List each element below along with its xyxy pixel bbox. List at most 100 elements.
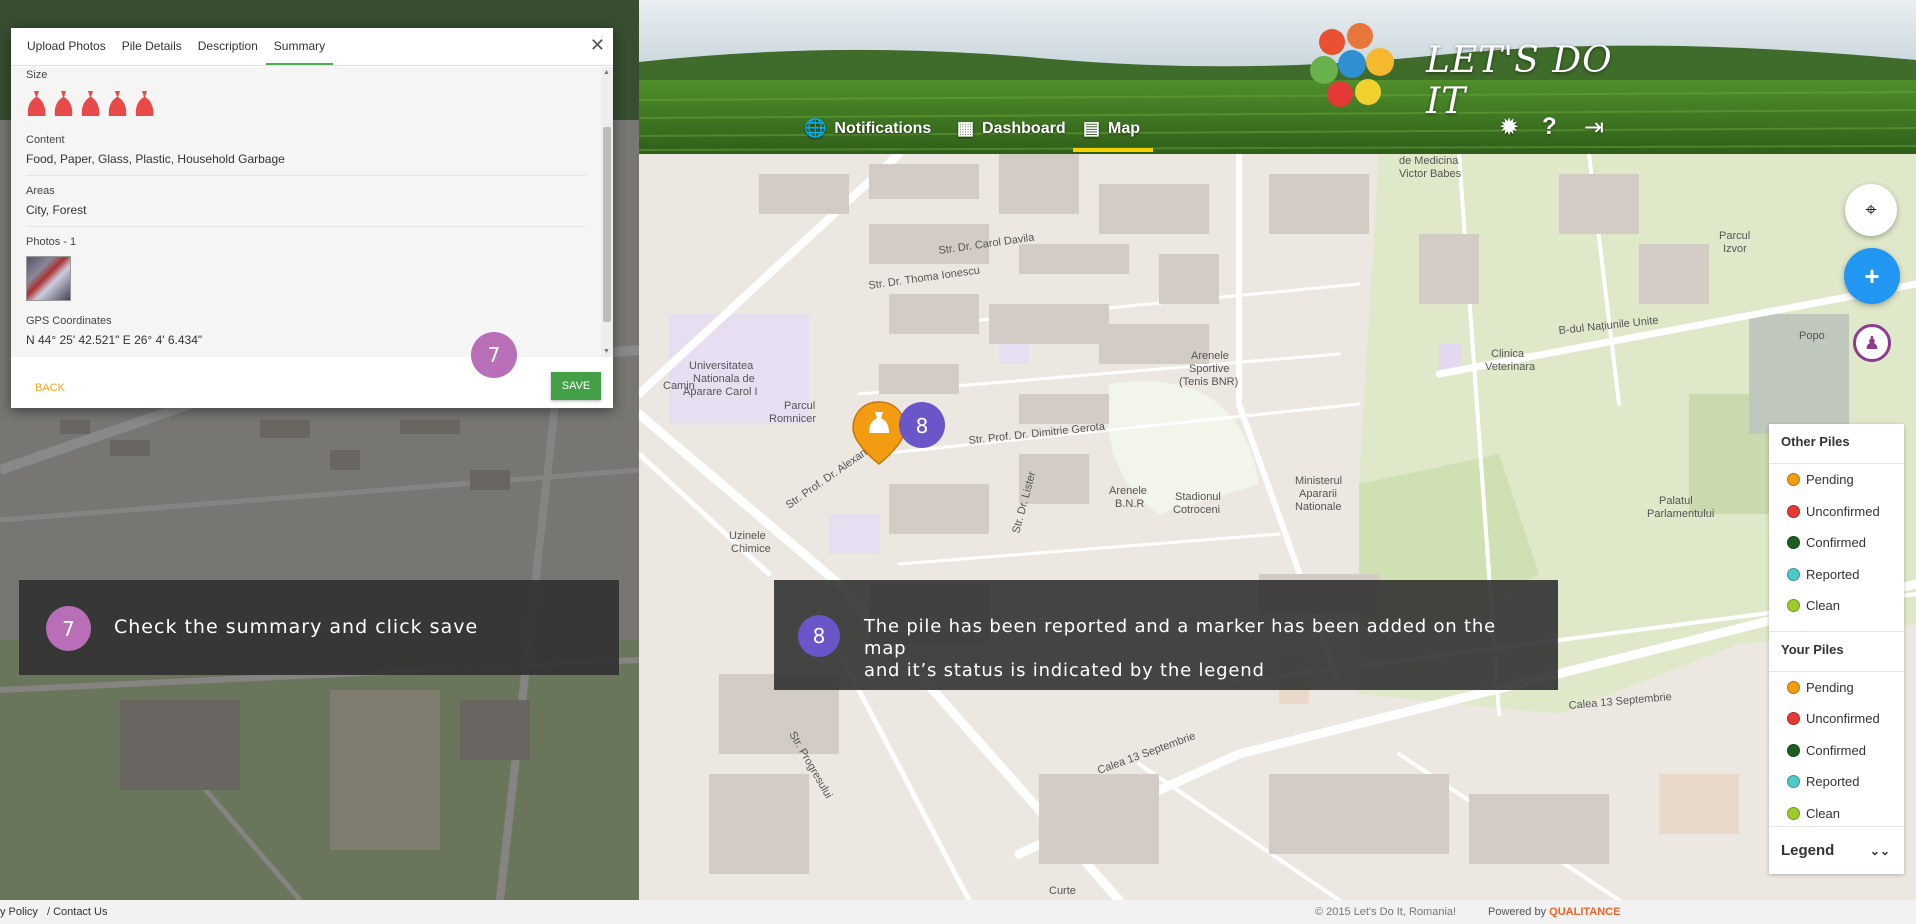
step-8-text-line-1: The pile has been reported and a marker … bbox=[864, 616, 1496, 659]
nav-notifications[interactable]: 🌐 Notifications bbox=[804, 118, 931, 139]
scrollbar-thumb[interactable] bbox=[603, 127, 611, 322]
tab-summary[interactable]: Summary bbox=[265, 39, 334, 65]
map-label-university-2: Nationala de bbox=[693, 373, 755, 385]
trash-bag-icon bbox=[135, 91, 154, 116]
confirmed-dot-icon bbox=[1787, 536, 1800, 550]
step-7-text: Check the summary and click save bbox=[114, 616, 479, 638]
legend-label: Confirmed bbox=[1806, 535, 1866, 551]
step-8-text-line-2: and it’s status is indicated by the lege… bbox=[864, 660, 1265, 681]
legend-label: Confirmed bbox=[1806, 742, 1866, 758]
legend-toggle[interactable]: Legend ⌄⌄ bbox=[1769, 826, 1904, 874]
trash-bag-icon bbox=[108, 91, 127, 116]
dashboard-icon: ▦ bbox=[957, 118, 975, 138]
powered-prefix: Powered by bbox=[1488, 906, 1547, 918]
back-button[interactable]: BACK bbox=[35, 382, 65, 394]
logout-icon[interactable]: ⇥ bbox=[1584, 113, 1604, 142]
map-label-victor-babes: Victor Babes bbox=[1399, 168, 1462, 180]
legend-toggle-label: Legend bbox=[1781, 842, 1835, 859]
privacy-policy-link[interactable]: y Policy bbox=[0, 906, 38, 918]
map-label-parcul-romnicer: Parcul bbox=[784, 400, 815, 412]
powered-by: Powered by QUALITANCE bbox=[1488, 906, 1620, 918]
close-icon[interactable]: ✕ bbox=[590, 36, 605, 54]
qualitance-link[interactable]: QUALITANCE bbox=[1549, 906, 1620, 918]
add-pile-button[interactable]: + bbox=[1844, 248, 1900, 304]
right-screen: LET'S DO IT 🌐 Notifications ▦ Dashboard … bbox=[639, 0, 1916, 924]
map-label-curte: Curte bbox=[1049, 885, 1076, 897]
unconfirmed-dot-icon bbox=[1787, 712, 1800, 726]
tab-pile-details[interactable]: Pile Details bbox=[114, 39, 190, 65]
legend-divider bbox=[1769, 622, 1904, 632]
left-footer: y Policy / Contact Us bbox=[0, 900, 639, 924]
scroll-up-icon[interactable]: ▲ bbox=[603, 69, 610, 76]
scroll-down-icon[interactable]: ▼ bbox=[603, 348, 610, 355]
nav-map[interactable]: ▤ Map bbox=[1083, 118, 1140, 139]
map-label-arenele-bnr: Arenele bbox=[1109, 485, 1147, 497]
crosshair-icon: ⌖ bbox=[1865, 198, 1877, 221]
save-button[interactable]: SAVE bbox=[551, 372, 601, 400]
map-label-university: Universitatea bbox=[689, 360, 754, 372]
dialog-scrollbar[interactable]: ▲ ▼ bbox=[601, 67, 613, 357]
legend-item-clean: Clean bbox=[1769, 798, 1904, 830]
lets-do-it-logo[interactable]: LET'S DO IT bbox=[1304, 22, 1614, 122]
map-label-apararii: Apararii bbox=[1299, 488, 1337, 500]
photos-label: Photos - 1 bbox=[26, 236, 77, 248]
photo-thumbnail[interactable] bbox=[26, 256, 71, 301]
nav-dashboard[interactable]: ▦ Dashboard bbox=[957, 118, 1066, 139]
tab-upload-photos[interactable]: Upload Photos bbox=[19, 39, 114, 65]
summary-dialog: Upload Photos Pile Details Description S… bbox=[11, 28, 613, 408]
clean-dot-icon bbox=[1787, 599, 1800, 613]
unconfirmed-dot-icon bbox=[1787, 504, 1800, 518]
legend-item-pending: Pending bbox=[1769, 672, 1904, 704]
globe-icon: 🌐 bbox=[804, 118, 827, 138]
pending-dot-icon bbox=[1787, 473, 1800, 487]
legend-label: Clean bbox=[1806, 598, 1840, 614]
legend-item-clean: Clean bbox=[1769, 590, 1904, 622]
legend-item-reported: Reported bbox=[1769, 559, 1904, 591]
map-label-popo: Popo bbox=[1799, 330, 1825, 342]
map-label-palatul: Palatul bbox=[1659, 495, 1693, 507]
copyright-text: © 2015 Let's Do It, Romania! bbox=[1315, 906, 1457, 918]
trash-bag-icon bbox=[81, 91, 100, 116]
legend-label: Pending bbox=[1806, 679, 1854, 695]
step-8-badge: 8 bbox=[798, 615, 840, 657]
content-value: Food, Paper, Glass, Plastic, Household G… bbox=[26, 152, 586, 176]
bug-icon[interactable]: ✹ bbox=[1499, 113, 1519, 142]
map-label-arenele: Arenele bbox=[1191, 350, 1229, 362]
nav-dashboard-label: Dashboard bbox=[982, 119, 1066, 137]
tab-description[interactable]: Description bbox=[190, 39, 266, 65]
active-nav-underline bbox=[1073, 148, 1153, 152]
contact-us-link[interactable]: / Contact Us bbox=[47, 906, 108, 918]
map-label-cotroceni: Cotroceni bbox=[1173, 504, 1220, 516]
your-piles-title: Your Piles bbox=[1769, 632, 1904, 672]
size-label: Size bbox=[26, 69, 48, 81]
areas-label: Areas bbox=[26, 185, 55, 197]
step-8-marker-text: 8 bbox=[916, 414, 929, 438]
legend-label: Reported bbox=[1806, 774, 1860, 790]
confirmed-dot-icon bbox=[1787, 743, 1800, 757]
legend-label: Pending bbox=[1806, 472, 1854, 488]
map-label-parlamentului: Parlamentului bbox=[1647, 508, 1714, 520]
gps-label: GPS Coordinates bbox=[26, 315, 112, 327]
locate-me-button[interactable]: ⌖ bbox=[1845, 184, 1897, 236]
user-location-marker[interactable]: ♟ bbox=[1853, 324, 1891, 362]
map-label-arenele-3: (Tenis BNR) bbox=[1179, 376, 1238, 388]
other-piles-title: Other Piles bbox=[1769, 424, 1904, 464]
legend-item-reported: Reported bbox=[1769, 766, 1904, 798]
step-7-marker: 7 bbox=[471, 332, 517, 378]
map-label-parcul: Parcul bbox=[1719, 230, 1750, 242]
legend-item-confirmed: Confirmed bbox=[1769, 735, 1904, 767]
help-icon[interactable]: ? bbox=[1542, 113, 1557, 141]
summary-body: Size Content Food, Paper, Glass, Plastic… bbox=[11, 67, 601, 357]
chevron-double-down-icon: ⌄⌄ bbox=[1869, 843, 1890, 858]
legend-item-unconfirmed: Unconfirmed bbox=[1769, 496, 1904, 528]
map-label-chimice: Chimice bbox=[731, 543, 771, 555]
legend-label: Unconfirmed bbox=[1806, 711, 1880, 727]
legend-panel: Other Piles Pending Unconfirmed Confirme… bbox=[1769, 424, 1904, 874]
legend-item-unconfirmed: Unconfirmed bbox=[1769, 703, 1904, 735]
plus-icon: + bbox=[1864, 260, 1880, 291]
map-canvas[interactable]: Universitatea Nationala de Aparare Carol… bbox=[639, 154, 1916, 900]
step-7-badge: 7 bbox=[46, 606, 91, 651]
legend-item-confirmed: Confirmed bbox=[1769, 527, 1904, 559]
areas-value: City, Forest bbox=[26, 203, 586, 227]
step-8-callout: 8 The pile has been reported and a marke… bbox=[774, 580, 1558, 690]
